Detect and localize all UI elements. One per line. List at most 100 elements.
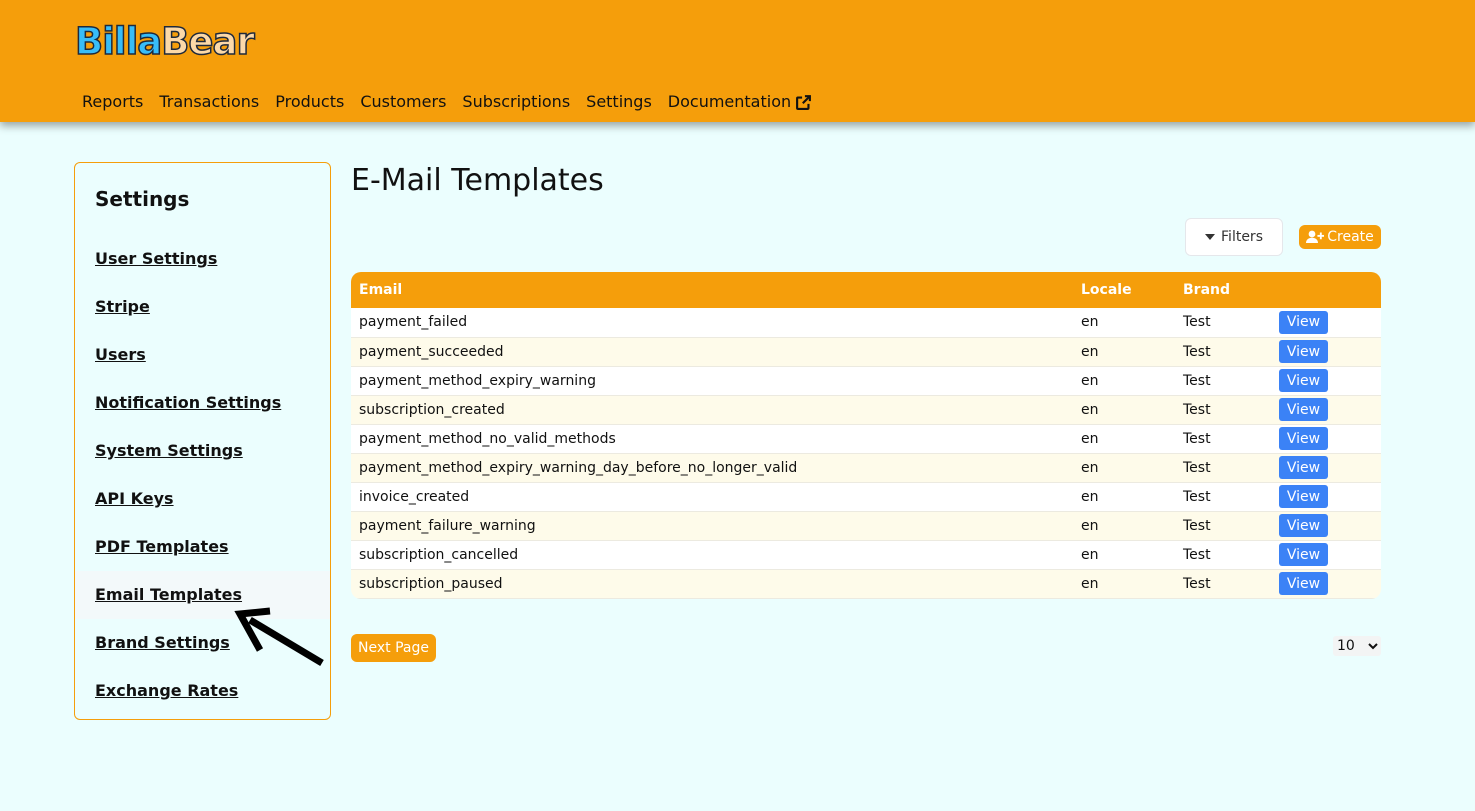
header-locale: Locale xyxy=(1081,282,1132,298)
nav-customers[interactable]: Customers xyxy=(360,92,446,112)
sidebar-item-api-keys[interactable]: API Keys xyxy=(75,475,330,523)
cell-email: payment_failed xyxy=(359,314,468,331)
view-button[interactable]: View xyxy=(1279,514,1328,537)
cell-actions: View xyxy=(1271,366,1381,395)
sidebar-item-system-settings[interactable]: System Settings xyxy=(75,427,330,475)
cell-email: subscription_created xyxy=(359,401,505,418)
cell-email: invoice_created xyxy=(359,488,470,505)
cell-locale: en xyxy=(1081,343,1099,360)
table-header-row: Email Locale Brand xyxy=(351,272,1381,308)
sidebar-item-users[interactable]: Users xyxy=(75,331,330,379)
email-templates-table: Email Locale Brand payment_failed en Test V… xyxy=(351,272,1381,599)
cell-email: subscription_cancelled xyxy=(359,546,519,563)
sidebar-item-stripe[interactable]: Stripe xyxy=(75,283,330,331)
cell-actions: View xyxy=(1271,424,1381,453)
table-body: payment_failed en Test View payment_succeede… xyxy=(351,308,1381,598)
table-row: payment_succeeded en Test View xyxy=(351,337,1381,366)
table-row: payment_method_no_valid_methods en Test Vie… xyxy=(351,424,1381,453)
cell-locale: en xyxy=(1081,575,1099,592)
cell-locale: en xyxy=(1081,546,1099,563)
view-button[interactable]: View xyxy=(1279,310,1328,334)
nav-subscriptions[interactable]: Subscriptions xyxy=(462,92,570,112)
cell-actions: View xyxy=(1271,395,1381,424)
cell-actions: View xyxy=(1271,453,1381,482)
header-actions xyxy=(1271,272,1381,308)
nav-settings[interactable]: Settings xyxy=(586,92,652,112)
sidebar-item-notification-settings[interactable]: Notification Settings xyxy=(75,379,330,427)
create-label: Create xyxy=(1327,229,1374,245)
cell-email: payment_method_expiry_warning xyxy=(359,372,596,389)
view-button[interactable]: View xyxy=(1279,572,1328,595)
cell-actions: View xyxy=(1271,569,1381,598)
table-row: payment_failure_warning en Test View xyxy=(351,511,1381,540)
cell-brand: Test xyxy=(1183,430,1211,447)
table-row: payment_method_expiry_warning en Test View xyxy=(351,366,1381,395)
sidebar-item-user-settings[interactable]: User Settings xyxy=(75,235,330,283)
cell-email: subscription_paused xyxy=(359,575,503,592)
cell-actions: View xyxy=(1271,308,1381,337)
filters-label: Filters xyxy=(1221,229,1263,245)
per-page-select[interactable]: 10 xyxy=(1333,636,1381,656)
sidebar-item-pdf-templates[interactable]: PDF Templates xyxy=(75,523,330,571)
cell-locale: en xyxy=(1081,517,1099,534)
cell-email: payment_method_no_valid_methods xyxy=(359,430,616,447)
cell-brand: Test xyxy=(1183,343,1211,360)
main-nav: Reports Transactions Products Customers … xyxy=(82,92,812,112)
logo-part-1: Billa xyxy=(74,19,163,64)
cell-actions: View xyxy=(1271,511,1381,540)
top-header: BillaBear Reports Transactions Products … xyxy=(0,0,1475,122)
cell-brand: Test xyxy=(1183,372,1211,389)
nav-reports[interactable]: Reports xyxy=(82,92,143,112)
header-email: Email xyxy=(359,282,403,298)
next-page-button[interactable]: Next Page xyxy=(351,634,436,662)
table-row: payment_method_expiry_warning_day_before… xyxy=(351,453,1381,482)
cell-email: payment_failure_warning xyxy=(359,517,536,534)
nav-documentation-label: Documentation xyxy=(667,92,792,111)
nav-documentation[interactable]: Documentation xyxy=(668,92,812,112)
cell-locale: en xyxy=(1081,488,1099,505)
page-title: E-Mail Templates xyxy=(351,163,604,198)
cell-email: payment_succeeded xyxy=(359,343,504,360)
cell-actions: View xyxy=(1271,337,1381,366)
cell-email: payment_method_expiry_warning_day_before… xyxy=(359,459,798,476)
view-button[interactable]: View xyxy=(1279,543,1328,566)
cell-brand: Test xyxy=(1183,488,1211,505)
filters-button[interactable]: Filters xyxy=(1185,218,1283,256)
table-row: subscription_paused en Test View xyxy=(351,569,1381,598)
cell-brand: Test xyxy=(1183,575,1211,592)
table-row: subscription_cancelled en Test View xyxy=(351,540,1381,569)
nav-products[interactable]: Products xyxy=(275,92,344,112)
view-button[interactable]: View xyxy=(1279,369,1328,392)
table-row: invoice_created en Test View xyxy=(351,482,1381,511)
cell-brand: Test xyxy=(1183,459,1211,476)
view-button[interactable]: View xyxy=(1279,340,1328,363)
billabear-logo[interactable]: BillaBear xyxy=(74,19,255,64)
cell-brand: Test xyxy=(1183,401,1211,418)
sidebar-title: Settings xyxy=(95,187,190,211)
view-button[interactable]: View xyxy=(1279,427,1328,450)
cell-locale: en xyxy=(1081,459,1099,476)
cell-locale: en xyxy=(1081,401,1099,418)
view-button[interactable]: View xyxy=(1279,485,1328,508)
table-row: payment_failed en Test View xyxy=(351,308,1381,337)
cell-locale: en xyxy=(1081,430,1099,447)
view-button[interactable]: View xyxy=(1279,456,1328,479)
user-plus-icon xyxy=(1306,230,1325,243)
cell-actions: View xyxy=(1271,540,1381,569)
create-button[interactable]: Create xyxy=(1299,225,1381,249)
header-brand: Brand xyxy=(1183,282,1231,298)
cell-brand: Test xyxy=(1183,517,1211,534)
sidebar-item-exchange-rates[interactable]: Exchange Rates xyxy=(75,667,330,715)
cell-brand: Test xyxy=(1183,546,1211,563)
cell-actions: View xyxy=(1271,482,1381,511)
nav-transactions[interactable]: Transactions xyxy=(159,92,259,112)
view-button[interactable]: View xyxy=(1279,398,1328,421)
external-link-icon xyxy=(796,94,812,110)
table-row: subscription_created en Test View xyxy=(351,395,1381,424)
annotation-arrow-icon xyxy=(234,607,324,667)
cell-brand: Test xyxy=(1183,314,1211,331)
logo-part-2: Bear xyxy=(160,19,255,64)
cell-locale: en xyxy=(1081,314,1099,331)
caret-down-icon xyxy=(1205,234,1216,240)
cell-locale: en xyxy=(1081,372,1099,389)
